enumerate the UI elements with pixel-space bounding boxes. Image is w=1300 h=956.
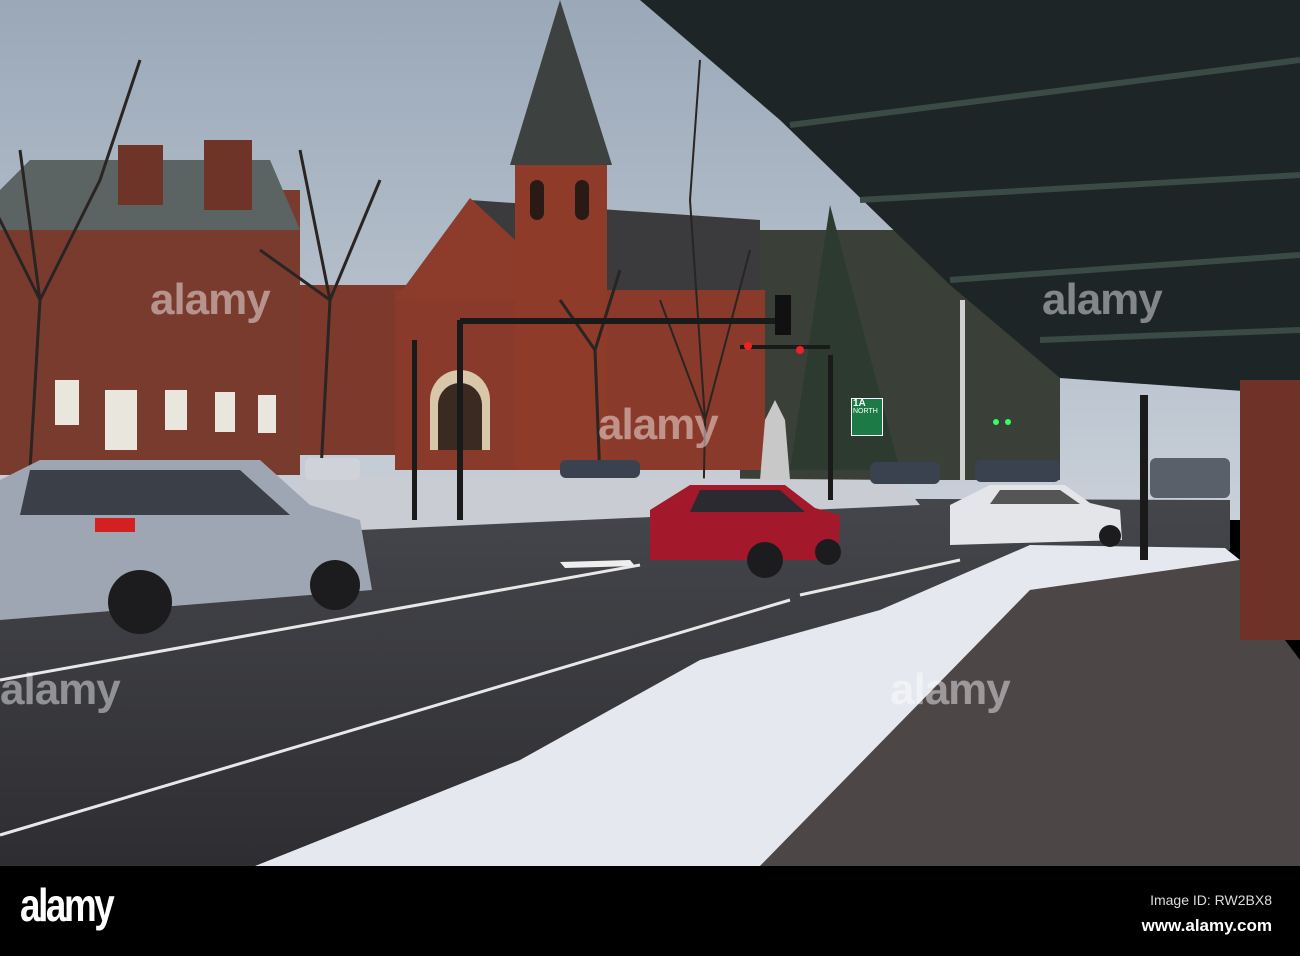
footer-bar: alamy Image ID: RW2BX8 www.alamy.com xyxy=(0,866,1300,956)
watermark: alamy xyxy=(890,665,1011,714)
route-sign: 1A NORTH xyxy=(851,398,883,436)
church-tower xyxy=(515,165,607,470)
watermark: alamy xyxy=(598,400,719,449)
route-number: 1A xyxy=(853,398,866,409)
route-direction: NORTH xyxy=(853,408,878,415)
brick-building-left xyxy=(0,190,300,475)
watermark: alamy xyxy=(0,665,121,714)
website-link: www.alamy.com xyxy=(1141,916,1272,935)
alamy-logo: alamy xyxy=(20,879,115,931)
image-id: Image ID: RW2BX8 xyxy=(1150,892,1272,908)
canopy-post xyxy=(1140,395,1148,560)
school-building xyxy=(300,285,410,455)
street-photo: 1A NORTH alamy alamy alamy alamy alamy xyxy=(0,0,1300,866)
watermark: alamy xyxy=(1042,275,1163,324)
watermark: alamy xyxy=(150,275,271,324)
brick-column xyxy=(1240,380,1300,640)
